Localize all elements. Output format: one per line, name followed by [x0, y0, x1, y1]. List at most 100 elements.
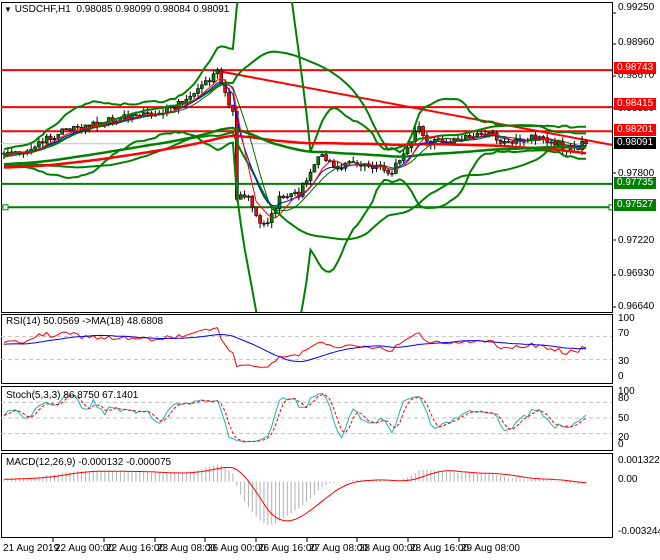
candle-body	[48, 135, 53, 141]
candle-body	[479, 133, 484, 135]
candle-body	[312, 164, 317, 173]
candle-body	[293, 191, 297, 195]
candle-body	[541, 136, 546, 139]
candle-body	[374, 166, 379, 169]
candle-body	[134, 114, 138, 116]
candle-body	[316, 156, 321, 165]
candle-body	[320, 154, 324, 157]
candle-body	[510, 141, 515, 144]
chart-header: ▼ USDCHF,H1 0.98085 0.98099 0.98084 0.98…	[4, 4, 229, 15]
candle-body	[281, 195, 286, 199]
time-tick: 29 Aug 08:00	[461, 543, 520, 554]
price-tick: 0.96640	[618, 301, 655, 312]
candle-body	[172, 107, 177, 110]
candle-body	[421, 126, 425, 136]
stoch-tick: 80	[618, 393, 630, 404]
stoch-tick: 0	[618, 439, 624, 450]
time-tick: 21 Aug 2019	[3, 543, 60, 554]
candle-body	[203, 80, 208, 86]
ohlc-low: 0.98084	[154, 4, 191, 15]
candle-body	[75, 126, 80, 128]
candle-body	[324, 154, 328, 161]
candle-body	[502, 141, 507, 144]
candle-body	[498, 139, 503, 144]
macd-label: MACD(12,26,9) -0.000132 -0.000075	[6, 457, 172, 468]
stoch-label: Stoch(5,3,3) 86.8750 67.1401	[6, 390, 139, 401]
outer-bollinger-upper	[3, 2, 587, 154]
candle-body	[60, 128, 65, 135]
outer-bollinger-lower	[3, 130, 587, 312]
candle-body	[40, 141, 45, 144]
candle-body	[44, 135, 49, 144]
candle-body	[269, 213, 274, 224]
level-label-support-1: 0.97735	[614, 177, 656, 189]
candle-body	[397, 160, 402, 164]
candle-body	[72, 126, 76, 131]
candle-body	[68, 128, 72, 131]
candle-body	[584, 141, 588, 144]
macd-tick: -0.003244	[618, 526, 660, 537]
candle-body	[246, 195, 251, 198]
candle-body	[463, 135, 468, 140]
candle-body	[258, 215, 262, 224]
level-label-resistance-1: 0.98743	[614, 62, 656, 74]
collapse-arrow-icon[interactable]: ▼	[4, 5, 12, 14]
candle-body	[417, 126, 421, 132]
candle-body	[262, 222, 266, 225]
candle-body	[242, 194, 247, 198]
candle-body	[370, 165, 375, 169]
candle-body	[37, 141, 41, 148]
candle-body	[254, 206, 258, 216]
price-tick: 0.97220	[618, 235, 655, 246]
rsi-tick: 30	[618, 356, 630, 367]
symbol-label: USDCHF,H1	[14, 4, 71, 15]
candle-body	[250, 195, 255, 208]
candle-body	[277, 195, 282, 209]
candle-body	[227, 92, 231, 106]
candle-body	[192, 93, 196, 97]
panel-frame	[1, 2, 613, 313]
candle-body	[405, 147, 410, 155]
candle-body	[266, 222, 270, 225]
candle-body	[231, 104, 235, 112]
candle-body	[339, 167, 344, 170]
candle-body	[289, 193, 293, 198]
candle-body	[386, 170, 390, 174]
candle-body	[506, 141, 511, 143]
candle-body	[304, 180, 309, 185]
rsi-label: RSI(14) 50.0569 ->MA(18) 48.6808	[6, 316, 164, 327]
candle-body	[87, 124, 92, 128]
candle-body	[200, 84, 204, 89]
candle-body	[52, 137, 57, 141]
candle-body	[207, 80, 212, 83]
ohlc-high: 0.98099	[115, 4, 152, 15]
rsi-tick: 70	[618, 328, 630, 339]
candle-body	[308, 171, 313, 182]
candle-body	[331, 161, 336, 167]
level-label-resistance-2: 0.98415	[614, 98, 656, 110]
candle-body	[475, 133, 480, 137]
candle-body	[491, 132, 495, 134]
candle-body	[390, 172, 394, 175]
candle-body	[33, 146, 37, 150]
rsi-tick: 100	[618, 313, 635, 324]
level-label-support-2: 0.97527	[614, 199, 656, 211]
candle-body	[238, 194, 243, 200]
candle-body	[188, 96, 193, 100]
candle-body	[553, 141, 557, 146]
level-label-resistance-3: 0.98201	[614, 124, 656, 136]
ohlc-close: 0.98091	[193, 4, 230, 15]
candle-body	[64, 128, 68, 131]
macd-tick: 0.001322	[618, 455, 660, 466]
candle-body	[467, 135, 472, 139]
level-anchor-square	[2, 204, 9, 211]
chart-canvas[interactable]	[0, 0, 660, 560]
price-tick: 0.98960	[618, 37, 655, 48]
current-price-label: 0.98091	[614, 137, 656, 149]
candle-body	[211, 73, 216, 83]
candle-body	[196, 88, 200, 94]
candle-body	[549, 141, 553, 144]
candle-body	[219, 69, 224, 84]
candle-body	[285, 196, 290, 199]
price-tick: 0.96930	[618, 268, 655, 279]
